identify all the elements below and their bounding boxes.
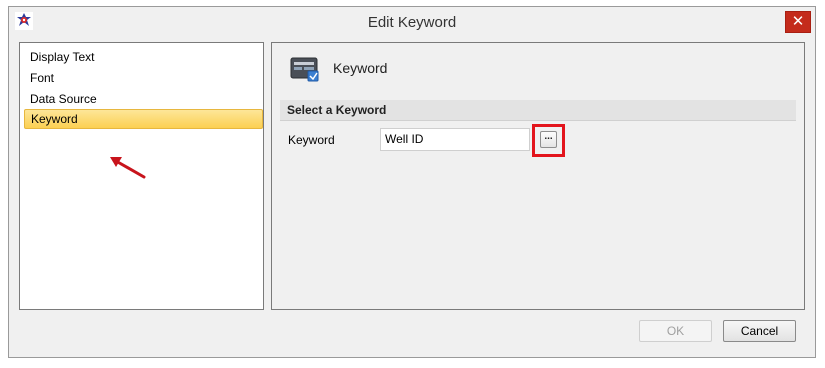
- cancel-button[interactable]: Cancel: [723, 320, 796, 342]
- title-bar: Edit Keyword ✕: [9, 7, 815, 39]
- nav-item-data-source[interactable]: Data Source: [24, 89, 263, 109]
- section-heading: Keyword: [333, 60, 388, 76]
- keyword-settings-panel: Keyword Select a Keyword Keyword Well ID…: [271, 42, 805, 310]
- red-arrow-annotation-icon: [110, 157, 146, 179]
- keyword-icon: [290, 57, 319, 82]
- nav-item-keyword[interactable]: Keyword: [24, 109, 263, 129]
- keyword-field[interactable]: Well ID: [380, 128, 530, 151]
- edit-keyword-dialog: Edit Keyword ✕ Display Text Font Data So…: [8, 6, 816, 358]
- ok-button[interactable]: OK: [639, 320, 712, 342]
- window-title: Edit Keyword: [367, 14, 457, 31]
- select-keyword-group-header: Select a Keyword: [280, 100, 796, 121]
- browse-keyword-button[interactable]: ...: [540, 131, 557, 148]
- keyword-field-label: Keyword: [288, 133, 335, 147]
- category-list: Display Text Font Data Source Keyword: [19, 42, 264, 310]
- close-button[interactable]: ✕: [785, 11, 811, 33]
- nav-item-display-text[interactable]: Display Text: [24, 47, 263, 67]
- nav-item-font[interactable]: Font: [24, 68, 263, 88]
